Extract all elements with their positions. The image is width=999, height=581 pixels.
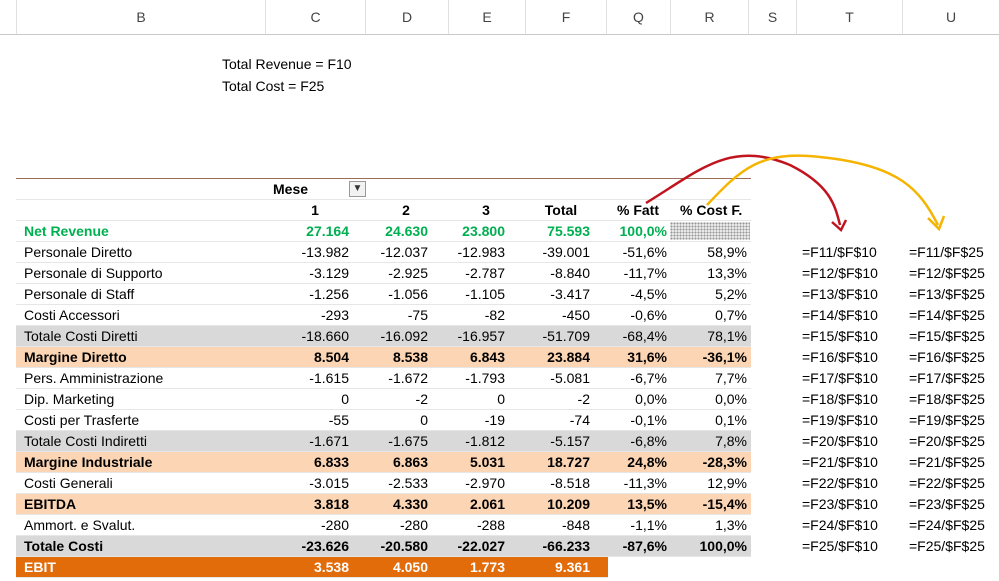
red-arrow [645,154,842,226]
yellow-arrow [706,154,940,226]
annotation-arrows [645,154,946,233]
